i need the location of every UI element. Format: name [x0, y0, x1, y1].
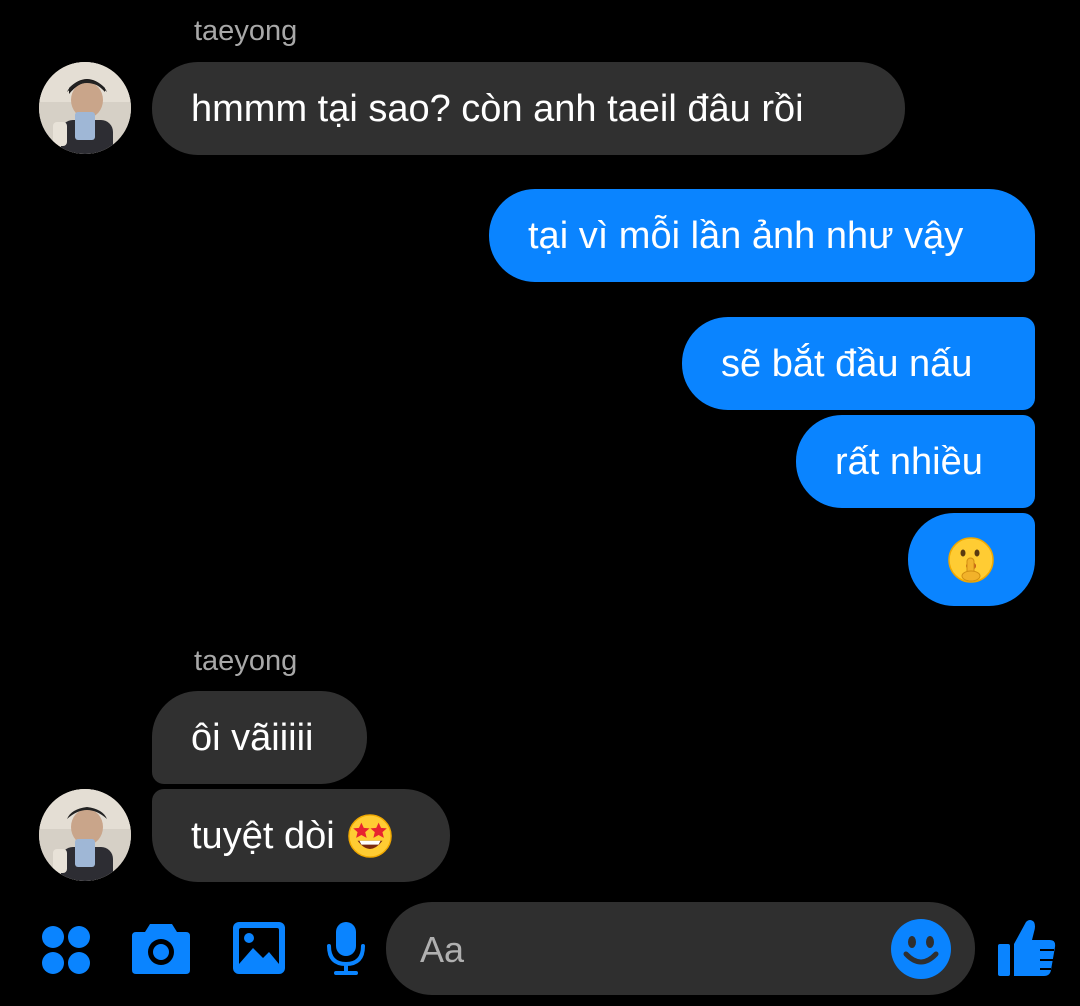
- menu-dots-icon[interactable]: [40, 924, 92, 976]
- star-struck-emoji: [347, 813, 392, 858]
- message-text: tại vì mỗi lần ảnh như vậy: [528, 214, 964, 257]
- shushing-face-emoji: [948, 536, 994, 583]
- message-bubble[interactable]: tại vì mỗi lần ảnh như vậy: [489, 189, 1035, 282]
- gallery-icon[interactable]: [231, 920, 287, 976]
- message-bubble[interactable]: rất nhiều: [796, 415, 1035, 508]
- message-text: rất nhiều: [835, 440, 983, 483]
- sender-name: taeyong: [194, 645, 298, 677]
- message-input[interactable]: [418, 902, 882, 997]
- emoji-icon[interactable]: [890, 918, 952, 980]
- avatar-photo-icon: [39, 62, 131, 154]
- avatar[interactable]: [39, 62, 131, 154]
- sender-name: taeyong: [194, 15, 298, 47]
- message-bubble[interactable]: tuyệt dòi: [152, 789, 450, 882]
- message-composer[interactable]: [386, 902, 975, 997]
- message-bubble[interactable]: hmmm tại sao? còn anh taeil đâu rồi: [152, 62, 905, 155]
- message-text: sẽ bắt đầu nấu: [721, 342, 973, 385]
- avatar-photo-icon: [39, 789, 131, 881]
- message-text: tuyệt dòi: [191, 814, 335, 857]
- camera-icon[interactable]: [130, 920, 192, 976]
- message-text: hmmm tại sao? còn anh taeil đâu rồi: [191, 87, 804, 130]
- microphone-icon[interactable]: [325, 920, 367, 976]
- avatar[interactable]: [39, 789, 131, 881]
- message-bubble[interactable]: ôi vãiiiii: [152, 691, 367, 784]
- thumbs-up-icon[interactable]: [996, 916, 1058, 978]
- message-bubble[interactable]: [908, 513, 1035, 606]
- message-bubble[interactable]: sẽ bắt đầu nấu: [682, 317, 1035, 410]
- message-text: ôi vãiiiii: [191, 716, 314, 759]
